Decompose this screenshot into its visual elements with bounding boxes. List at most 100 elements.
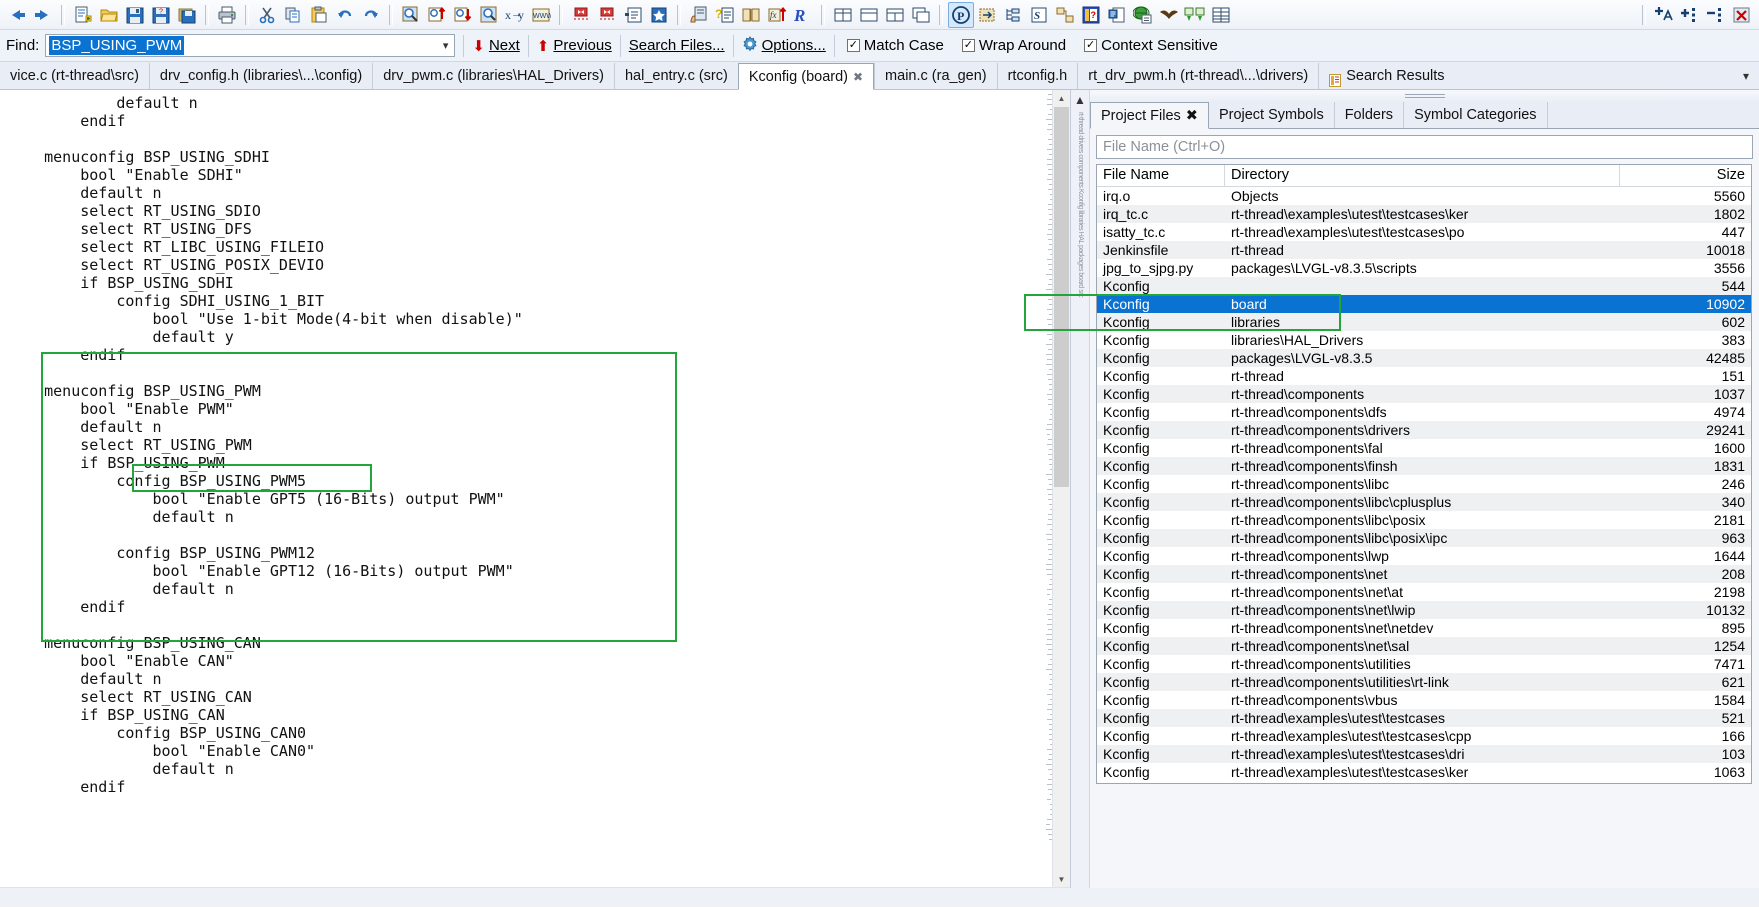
eagle-icon[interactable] xyxy=(1156,2,1182,28)
project-icon[interactable]: P xyxy=(948,2,974,28)
table-row[interactable]: Kconfig rt-thread\components\libc 246 xyxy=(1097,475,1751,493)
bookmark-list-icon[interactable] xyxy=(620,2,646,28)
collapse-all-icon[interactable] xyxy=(1703,2,1729,28)
file-relations-icon[interactable] xyxy=(1052,2,1078,28)
project-files-table[interactable]: File Name Directory Size irq.o Objects 556… xyxy=(1096,164,1752,784)
context-help-icon[interactable]: ? xyxy=(712,2,738,28)
panel-drag-grip[interactable] xyxy=(1090,90,1759,102)
search-icon[interactable] xyxy=(398,2,424,28)
split-window-icon[interactable] xyxy=(882,2,908,28)
tab-project-symbols[interactable]: Project Symbols xyxy=(1209,102,1335,128)
symbol-tree-icon[interactable] xyxy=(1000,2,1026,28)
tab-drv-config-h[interactable]: drv_config.h (libraries\...\config) xyxy=(149,63,372,89)
chevron-down-icon[interactable]: ▾ xyxy=(443,39,449,52)
chevron-up-icon[interactable]: ▲ xyxy=(1071,90,1089,107)
column-header-directory[interactable]: Directory xyxy=(1225,165,1620,186)
table-row[interactable]: irq_tc.c rt-thread\examples\utest\testcas… xyxy=(1097,205,1751,223)
reference-icon[interactable] xyxy=(738,2,764,28)
tab-folders[interactable]: Folders xyxy=(1335,102,1404,128)
context-sensitive-checkbox[interactable]: ✓ Context Sensitive xyxy=(1084,37,1218,54)
table-row[interactable]: Kconfig rt-thread\components\net\at 2198 xyxy=(1097,583,1751,601)
tab-vice-c[interactable]: vice.c (rt-thread\src) xyxy=(0,63,149,89)
compare-files-icon[interactable] xyxy=(1182,2,1208,28)
jump-back-icon[interactable] xyxy=(568,2,594,28)
table-row[interactable]: Kconfig rt-thread\examples\utest\testcase… xyxy=(1097,709,1751,727)
options-button[interactable]: Options... xyxy=(742,36,826,56)
table-row[interactable]: Kconfig rt-thread\components\net\sal 1254 xyxy=(1097,637,1751,655)
panel-collapse-strip[interactable]: ▲ rt-thread drivers components Kconfig l… xyxy=(1071,90,1090,888)
clear-highlight-icon[interactable] xyxy=(1729,2,1755,28)
table-row[interactable]: Kconfig libraries\HAL_Drivers 383 xyxy=(1097,331,1751,349)
table-row[interactable]: jpg_to_sjpg.py packages\LVGL-v8.3.5\scrip… xyxy=(1097,259,1751,277)
table-row[interactable]: Kconfig rt-thread\components\libc\cpluspl… xyxy=(1097,493,1751,511)
tab-rt-drv-pwm-h[interactable]: rt_drv_pwm.h (rt-thread\...\drivers) xyxy=(1077,63,1318,89)
open-file-icon[interactable] xyxy=(96,2,122,28)
code-editor[interactable]: default n endif menuconfig BSP_USING_SDH… xyxy=(0,90,1071,905)
table-row[interactable]: Jenkinsfile rt-thread 10018 xyxy=(1097,241,1751,259)
search-forward-icon[interactable] xyxy=(450,2,476,28)
table-row[interactable]: isatty_tc.c rt-thread\examples\utest\test… xyxy=(1097,223,1751,241)
table-row[interactable]: Kconfig rt-thread\examples\utest\testcase… xyxy=(1097,763,1751,781)
file-properties-icon[interactable] xyxy=(1104,2,1130,28)
add-bookmark-icon[interactable] xyxy=(646,2,672,28)
save-icon[interactable] xyxy=(122,2,148,28)
highlight-icon[interactable] xyxy=(686,2,712,28)
tab-project-files[interactable]: Project Files ✖ xyxy=(1090,102,1209,129)
tab-symbol-categories[interactable]: Symbol Categories xyxy=(1404,102,1548,128)
table-row[interactable]: Kconfig board 10902 xyxy=(1097,295,1751,313)
new-file-icon[interactable] xyxy=(70,2,96,28)
table-row[interactable]: irq.o Objects 5560 xyxy=(1097,187,1751,205)
code-text[interactable]: default n endif menuconfig BSP_USING_SDH… xyxy=(0,90,523,796)
table-row[interactable]: Kconfig rt-thread\components\net\lwip 1013… xyxy=(1097,601,1751,619)
tab-main-c[interactable]: main.c (ra_gen) xyxy=(874,63,997,89)
table-row[interactable]: Kconfig rt-thread\components\net 208 xyxy=(1097,565,1751,583)
jump-forward-icon[interactable] xyxy=(594,2,620,28)
search-backward-icon[interactable] xyxy=(424,2,450,28)
table-icon[interactable] xyxy=(1208,2,1234,28)
source-browser-icon[interactable]: S xyxy=(1026,2,1052,28)
forward-icon[interactable] xyxy=(30,2,56,28)
globe-icon[interactable] xyxy=(1130,2,1156,28)
table-row[interactable]: Kconfig rt-thread\components\utilities\rt… xyxy=(1097,673,1751,691)
table-body[interactable]: irq.o Objects 5560 irq_tc.c rt-thread\exampl… xyxy=(1097,187,1751,781)
cut-icon[interactable] xyxy=(254,2,280,28)
editor-vertical-scrollbar[interactable]: ▲ ▼ xyxy=(1052,90,1070,888)
search-files-button[interactable]: Search Files... xyxy=(629,37,725,54)
replace-icon[interactable]: x → y xyxy=(502,2,528,28)
scroll-up-arrow-icon[interactable]: ▲ xyxy=(1053,90,1070,107)
sync-files-icon[interactable] xyxy=(974,2,1000,28)
table-row[interactable]: Kconfig 544 xyxy=(1097,277,1751,295)
tab-overflow-chevron-down-icon[interactable]: ▾ xyxy=(1733,63,1759,89)
paste-icon[interactable] xyxy=(306,2,332,28)
copy-icon[interactable] xyxy=(280,2,306,28)
close-icon[interactable]: ✖ xyxy=(1186,103,1198,129)
close-icon[interactable]: ✖ xyxy=(853,64,863,90)
tab-rtconfig-h[interactable]: rtconfig.h xyxy=(997,63,1078,89)
tab-drv-pwm-c[interactable]: drv_pwm.c (libraries\HAL_Drivers) xyxy=(372,63,614,89)
table-row[interactable]: Kconfig rt-thread\components\dfs 4974 xyxy=(1097,403,1751,421)
tab-kconfig-board[interactable]: Kconfig (board) ✖ xyxy=(738,63,874,90)
table-row[interactable]: Kconfig rt-thread\components\fal 1600 xyxy=(1097,439,1751,457)
table-row[interactable]: Kconfig packages\LVGL-v8.3.5 42485 xyxy=(1097,349,1751,367)
tile-windows-icon[interactable] xyxy=(830,2,856,28)
find-previous-button[interactable]: ⬆ Previous xyxy=(537,37,612,55)
context-window-icon[interactable]: ? xyxy=(1078,2,1104,28)
search-files-icon[interactable] xyxy=(476,2,502,28)
table-row[interactable]: Kconfig rt-thread 151 xyxy=(1097,367,1751,385)
column-header-size[interactable]: Size xyxy=(1620,165,1751,186)
find-input[interactable]: BSP_USING_PWM ▾ xyxy=(45,34,455,57)
table-row[interactable]: Kconfig rt-thread\components\lwp 1644 xyxy=(1097,547,1751,565)
redo-icon[interactable] xyxy=(358,2,384,28)
table-row[interactable]: Kconfig rt-thread\components\net\netdev 89… xyxy=(1097,619,1751,637)
web-search-icon[interactable]: WWW xyxy=(528,2,554,28)
table-row[interactable]: Kconfig rt-thread\components\libc\posix\i… xyxy=(1097,529,1751,547)
tab-search-results[interactable]: Search Results xyxy=(1318,63,1454,89)
find-next-button[interactable]: ⬇ Next xyxy=(472,37,519,55)
table-row[interactable]: Kconfig rt-thread\components\finsh 1831 xyxy=(1097,457,1751,475)
print-icon[interactable] xyxy=(214,2,240,28)
wrap-around-checkbox[interactable]: ✓ Wrap Around xyxy=(962,37,1066,54)
table-row[interactable]: Kconfig rt-thread\examples\utest\testcase… xyxy=(1097,745,1751,763)
table-row[interactable]: Kconfig rt-thread\components\utilities 747… xyxy=(1097,655,1751,673)
column-header-file-name[interactable]: File Name xyxy=(1097,165,1225,186)
table-row[interactable]: Kconfig rt-thread\components\libc\posix 21… xyxy=(1097,511,1751,529)
